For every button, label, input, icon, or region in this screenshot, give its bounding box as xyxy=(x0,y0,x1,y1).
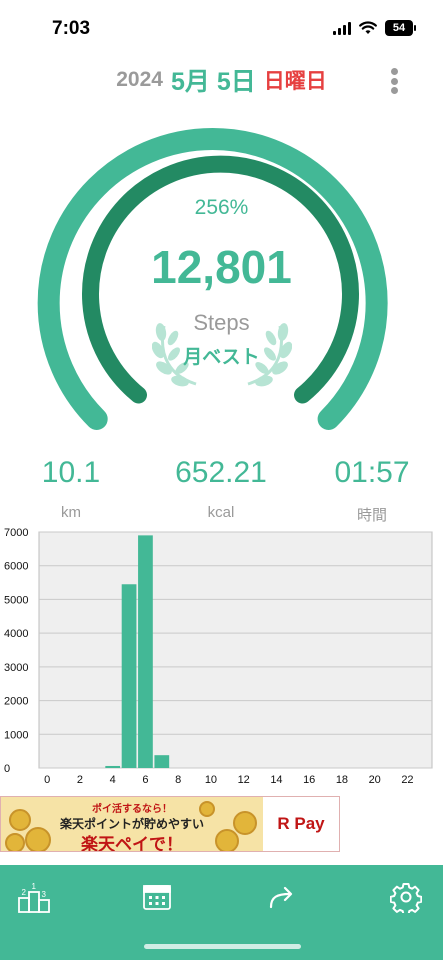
x-tick-label: 20 xyxy=(369,774,381,786)
bar-hour-7 xyxy=(154,755,170,768)
ad-brand: R Pay xyxy=(277,814,325,833)
cellular-signal-icon xyxy=(333,21,351,35)
x-tick-label: 0 xyxy=(44,774,50,786)
plot-area xyxy=(38,531,433,769)
bottom-nav-bar: 2 1 3 xyxy=(0,865,443,960)
x-tick-label: 4 xyxy=(110,774,116,786)
ad-image: ポイ活するなら！ 楽天ポイントが貯めやすい 楽天ペイで！ xyxy=(1,797,263,851)
duration-value: 01:57 xyxy=(334,456,410,489)
hourly-steps-chart: 0 1000 2000 3000 4000 5000 6000 7000 0 2 4 6 8 10 12 14… xyxy=(4,528,433,786)
svg-text:2: 2 xyxy=(22,888,27,897)
ad-text-line3: 楽天ペイで！ xyxy=(81,835,183,851)
date-year: 2024 xyxy=(116,68,163,91)
x-tick-label: 14 xyxy=(270,774,282,786)
battery-icon: 54 xyxy=(385,20,416,36)
svg-text:1: 1 xyxy=(32,882,37,891)
duration-stat: 01:57 時間 xyxy=(302,456,442,525)
status-bar: 7:03 54 xyxy=(0,0,443,58)
home-indicator xyxy=(144,944,301,949)
calendar-icon[interactable] xyxy=(137,879,177,915)
step-count: 12,801 xyxy=(151,241,292,293)
wifi-icon xyxy=(359,21,377,34)
svg-text:3: 3 xyxy=(42,890,47,899)
share-icon[interactable] xyxy=(262,879,302,915)
x-tick-label: 16 xyxy=(303,774,315,786)
date-month-day: 5月 5日 xyxy=(170,68,256,96)
ad-banner[interactable]: ポイ活するなら！ 楽天ポイントが貯めやすい 楽天ペイで！ R Pay xyxy=(0,796,340,852)
ad-text-line1: ポイ活するなら！ xyxy=(92,804,172,815)
calories-value: 652.21 xyxy=(175,456,267,489)
bar-hour-5 xyxy=(121,584,137,768)
goal-percent: 256% xyxy=(194,196,249,219)
distance-stat: 10.1 km xyxy=(1,456,141,521)
steps-label: Steps xyxy=(193,310,250,335)
bar-hour-4 xyxy=(105,765,121,768)
x-tick-label: 22 xyxy=(401,774,413,786)
y-tick-label: 0 xyxy=(4,763,10,775)
bar-hour-6 xyxy=(138,535,153,768)
y-tick-label: 2000 xyxy=(4,696,28,708)
x-tick-label: 10 xyxy=(205,774,217,786)
more-vertical-icon[interactable] xyxy=(384,66,404,96)
date-header[interactable]: 2024 5月 5日 日曜日 xyxy=(0,62,443,102)
date-weekday: 日曜日 xyxy=(263,70,327,93)
x-tick-label: 18 xyxy=(336,774,348,786)
ranking-icon[interactable]: 2 1 3 xyxy=(14,879,54,915)
y-tick-label: 1000 xyxy=(4,729,28,741)
calories-stat: 652.21 kcal xyxy=(151,456,291,521)
y-tick-label: 6000 xyxy=(4,561,28,573)
y-tick-label: 3000 xyxy=(4,662,28,674)
x-tick-label: 8 xyxy=(175,774,181,786)
distance-unit: km xyxy=(61,504,81,521)
x-tick-label: 12 xyxy=(238,774,250,786)
status-time: 7:03 xyxy=(52,18,91,39)
distance-value: 10.1 xyxy=(41,456,101,489)
status-icons: 54 xyxy=(333,20,416,36)
rakuten-pay-logo: R Pay xyxy=(263,797,339,851)
x-tick-label: 6 xyxy=(142,774,148,786)
duration-unit: 時間 xyxy=(356,507,387,524)
y-tick-label: 4000 xyxy=(4,628,28,640)
monthly-best-badge: 月ベスト xyxy=(183,347,260,368)
settings-icon[interactable] xyxy=(386,879,426,915)
x-tick-label: 2 xyxy=(77,774,83,786)
calories-unit: kcal xyxy=(207,504,235,521)
y-tick-label: 7000 xyxy=(4,528,28,539)
y-tick-label: 5000 xyxy=(4,594,28,606)
